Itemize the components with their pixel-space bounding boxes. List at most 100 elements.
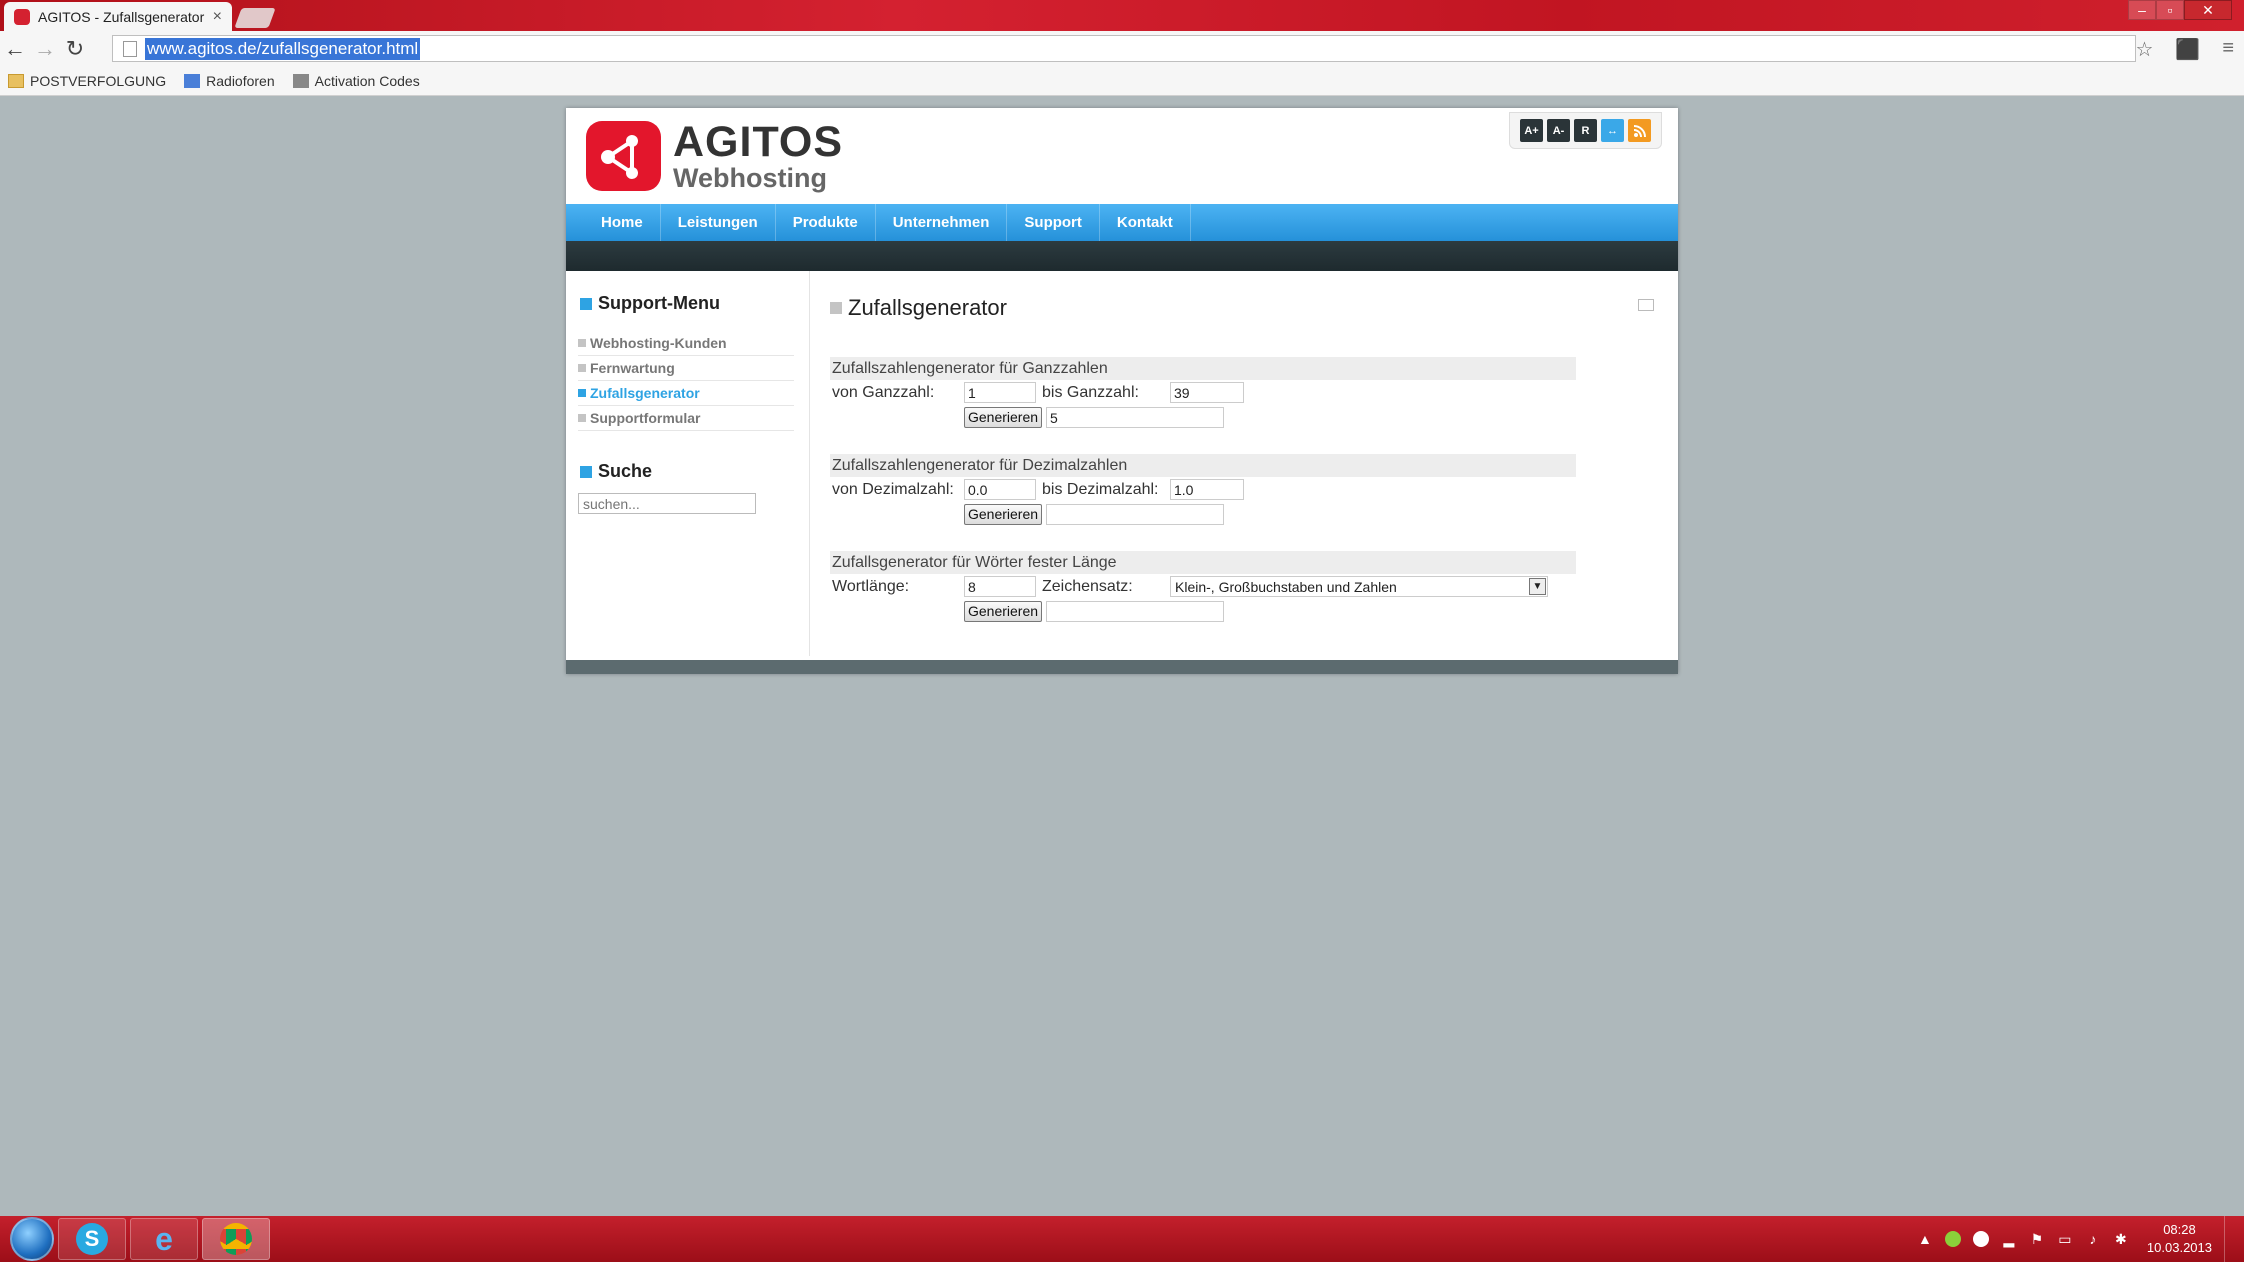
decimal-from-input[interactable] [964, 479, 1036, 500]
charset-select[interactable]: Klein-, Großbuchstaben und Zahlen ▼ [1170, 576, 1548, 597]
bullet-square-icon [578, 364, 586, 372]
sidebar-item-supportformular[interactable]: Supportformular [578, 406, 794, 431]
word-generate-button[interactable]: Generieren [964, 601, 1043, 622]
extension-icon[interactable]: ⬛ [2175, 37, 2200, 62]
nav-unternehmen[interactable]: Unternehmen [876, 204, 1008, 241]
windows-start-icon[interactable] [10, 1217, 54, 1261]
volume-icon[interactable]: ♪ [2085, 1231, 2101, 1247]
decimal-generate-button[interactable]: Generieren [964, 504, 1043, 525]
minimize-icon[interactable]: – [2128, 0, 2156, 20]
decimal-result-field[interactable] [1046, 504, 1224, 525]
integer-from-input[interactable] [964, 382, 1036, 403]
taskbar-skype[interactable]: S [58, 1218, 126, 1260]
subnav-bar [566, 241, 1678, 271]
monitor-icon[interactable]: ▭ [2057, 1231, 2073, 1247]
integer-to-input[interactable] [1170, 382, 1244, 403]
taskbar-clock[interactable]: 08:28 10.03.2013 [2147, 1221, 2212, 1257]
bookmark-label: Activation Codes [314, 72, 420, 89]
integer-generator: Zufallszahlengenerator für Ganzzahlen vo… [830, 357, 1576, 430]
bookmark-radioforen[interactable]: Radioforen [184, 73, 275, 89]
integer-from-label: von Ganzzahl: [832, 384, 935, 401]
word-length-label: Wortlänge: [832, 578, 910, 595]
sidebar-item-label: Fernwartung [590, 360, 675, 376]
maximize-icon[interactable]: ▫ [2156, 0, 2184, 20]
nav-kontakt[interactable]: Kontakt [1100, 204, 1191, 241]
agitos-favicon-icon [14, 8, 30, 25]
folder-icon [8, 73, 24, 88]
browser-titlebar: AGITOS - Zufallsgenerator × – ▫ ✕ [0, 0, 2244, 31]
tab-close-icon[interactable]: × [213, 8, 222, 26]
clock-date: 10.03.2013 [2146, 1240, 2212, 1255]
support-menu: Webhosting-Kunden Fernwartung Zufallsgen… [578, 331, 794, 431]
charset-label: Zeichensatz: [1042, 578, 1133, 595]
integer-generator-heading: Zufallszahlengenerator für Ganzzahlen [830, 357, 1576, 380]
sidebar: Support-Menu Webhosting-Kunden Fernwartu… [566, 271, 810, 656]
menu-icon[interactable]: ≡ [2222, 37, 2234, 62]
star-bookmark-icon[interactable]: ☆ [2135, 37, 2153, 62]
network-signal-icon[interactable]: ▂ [2001, 1231, 2017, 1247]
bookmark-label: POSTVERFOLGUNG [30, 72, 167, 89]
font-reset-button[interactable]: R [1574, 119, 1597, 142]
acrobat-icon[interactable] [1972, 1231, 1989, 1247]
width-toggle-icon[interactable]: ↔ [1601, 119, 1624, 142]
word-generator: Zufallsgenerator für Wörter fester Länge… [830, 551, 1576, 624]
browser-tab[interactable]: AGITOS - Zufallsgenerator × [4, 2, 232, 31]
nav-support[interactable]: Support [1007, 204, 1100, 241]
page-icon [123, 40, 137, 57]
print-icon[interactable] [1638, 299, 1654, 311]
bullet-square-icon [578, 414, 586, 422]
page-title: Zufallsgenerator [830, 295, 1007, 321]
show-desktop-button[interactable] [2224, 1216, 2236, 1262]
new-tab-button[interactable] [234, 8, 276, 28]
integer-generate-button[interactable]: Generieren [964, 407, 1043, 428]
brand-name: AGITOS [673, 118, 844, 166]
sidebar-item-label: Webhosting-Kunden [590, 335, 727, 351]
flag-icon[interactable]: ⚑ [2029, 1231, 2045, 1247]
page-footer-bar [566, 660, 1678, 674]
word-length-input[interactable] [964, 576, 1036, 597]
search-input[interactable] [578, 493, 756, 514]
reload-icon[interactable]: ↻ [60, 36, 90, 62]
toolbar-actions: ☆ ⬛ ≡ [2135, 37, 2234, 62]
taskbar-chrome[interactable] [202, 1218, 270, 1260]
back-arrow-icon[interactable]: ← [0, 36, 30, 62]
site-logo[interactable]: AGITOS Webhosting [586, 120, 843, 192]
chevron-down-icon[interactable]: ▼ [1529, 578, 1546, 595]
taskbar-internet-explorer[interactable]: e [130, 1218, 198, 1260]
support-menu-heading: Support-Menu [580, 293, 720, 314]
support-menu-title: Support-Menu [598, 293, 720, 313]
system-tray: ▲ ▂ ⚑ ▭ ♪ ✱ 08:28 10.03.2013 [1905, 1216, 2244, 1262]
sidebar-item-webhosting-kunden[interactable]: Webhosting-Kunden [578, 331, 794, 356]
address-url[interactable]: www.agitos.de/zufallsgenerator.html [145, 37, 421, 60]
nav-leistungen[interactable]: Leistungen [661, 204, 776, 241]
close-window-icon[interactable]: ✕ [2184, 0, 2232, 20]
dropbox-icon[interactable]: ✱ [2113, 1231, 2129, 1247]
show-hidden-icons-icon[interactable]: ▲ [1917, 1231, 1933, 1247]
internet-explorer-icon: e [155, 1220, 173, 1257]
nav-produkte[interactable]: Produkte [776, 204, 876, 241]
word-generator-heading: Zufallsgenerator für Wörter fester Länge [830, 551, 1576, 574]
decimal-generator: Zufallszahlengenerator für Dezimalzahlen… [830, 454, 1576, 527]
decimal-to-label: bis Dezimalzahl: [1042, 481, 1159, 498]
evernote-icon[interactable] [1944, 1231, 1961, 1247]
forward-arrow-icon[interactable]: → [30, 36, 60, 62]
sidebar-item-zufallsgenerator[interactable]: Zufallsgenerator [578, 381, 794, 406]
font-decrease-button[interactable]: A- [1547, 119, 1570, 142]
decimal-to-input[interactable] [1170, 479, 1244, 500]
clock-time: 08:28 [2163, 1222, 2196, 1237]
windows-taskbar: S e ▲ ▂ ⚑ ▭ ♪ ✱ 08:28 10.03.2013 [0, 1216, 2244, 1262]
page-title-text: Zufallsgenerator [848, 295, 1007, 320]
window-controls: – ▫ ✕ [2128, 0, 2232, 20]
rss-icon[interactable] [1628, 119, 1651, 142]
nav-home[interactable]: Home [584, 204, 661, 241]
integer-result-field[interactable] [1046, 407, 1224, 428]
address-bar[interactable]: www.agitos.de/zufallsgenerator.html [112, 35, 2136, 62]
word-result-field[interactable] [1046, 601, 1224, 622]
cart-icon [292, 73, 309, 88]
skype-icon: S [76, 1223, 108, 1255]
bookmark-postverfolgung[interactable]: POSTVERFOLGUNG [8, 73, 166, 89]
font-increase-button[interactable]: A+ [1520, 119, 1543, 142]
sidebar-item-fernwartung[interactable]: Fernwartung [578, 356, 794, 381]
agitos-logo-icon [586, 121, 661, 191]
bookmark-activation-codes[interactable]: Activation Codes [292, 72, 420, 89]
